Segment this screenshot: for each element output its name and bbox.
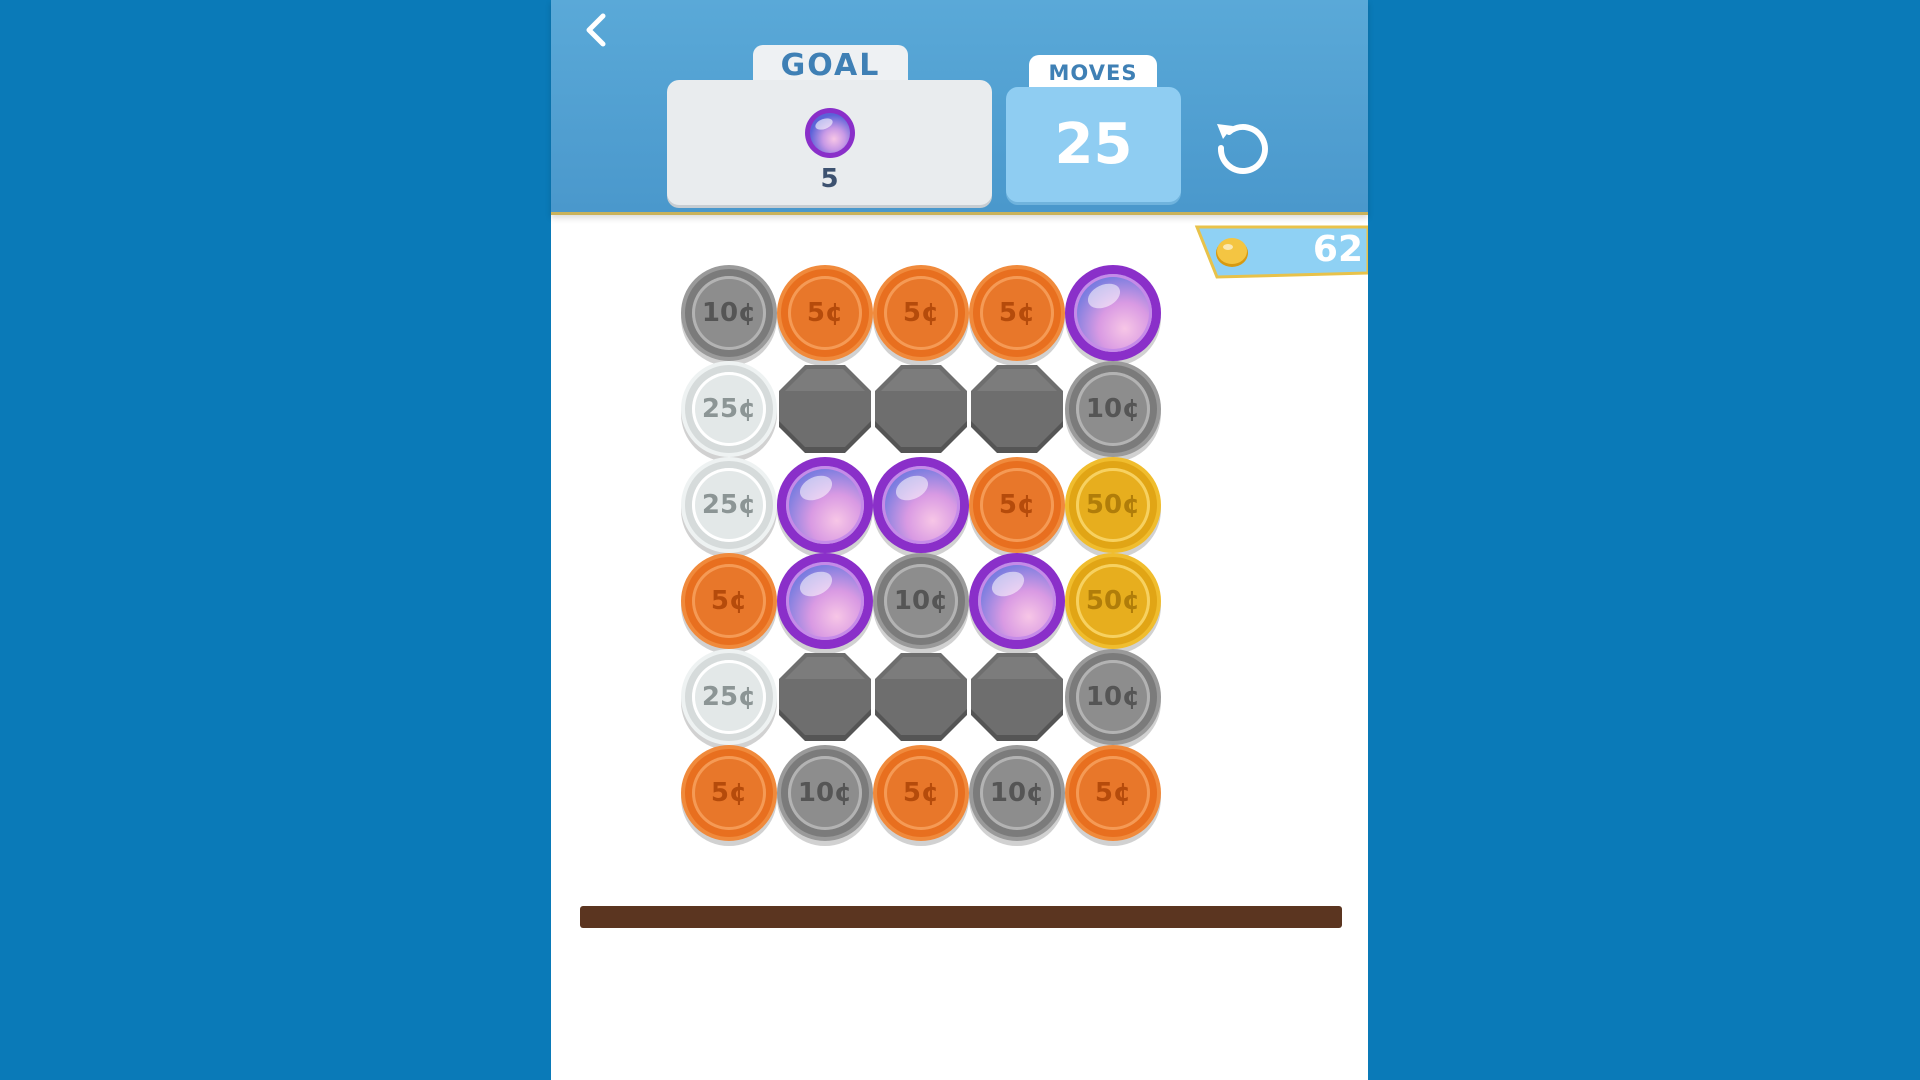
board-cell (777, 361, 873, 457)
coin-value-label: 50¢ (1076, 564, 1150, 638)
board-cell (777, 457, 873, 553)
board-cell: 50¢ (1065, 457, 1161, 553)
board-cell: 5¢ (681, 553, 777, 649)
coin-value-label: 5¢ (884, 276, 958, 350)
board-cell: 50¢ (1065, 553, 1161, 649)
coin-piece[interactable]: 5¢ (1065, 745, 1161, 841)
stone-blocker (971, 653, 1063, 741)
stone-blocker (779, 365, 871, 453)
board-cell (969, 649, 1065, 745)
coin-value-label: 10¢ (692, 276, 766, 350)
coin-piece[interactable]: 50¢ (1065, 457, 1161, 553)
coin-piece[interactable]: 5¢ (969, 265, 1065, 361)
board-cell: 5¢ (873, 745, 969, 841)
coin-value-label: 5¢ (692, 564, 766, 638)
chevron-left-icon (586, 13, 606, 47)
board-cell (873, 649, 969, 745)
board-cell (777, 649, 873, 745)
board-shelf (580, 906, 1342, 928)
coin-count: 62 (1312, 229, 1363, 270)
gem-icon (805, 108, 855, 158)
coin-value-label: 5¢ (980, 276, 1054, 350)
coin-value-label: 10¢ (788, 756, 862, 830)
board-cell: 25¢ (681, 649, 777, 745)
board-cell (873, 361, 969, 457)
coin-value-label: 5¢ (1076, 756, 1150, 830)
board-cell: 5¢ (969, 457, 1065, 553)
goal-label: GOAL (753, 45, 908, 85)
coin-counter: 62 (1191, 223, 1368, 281)
board-cell: 25¢ (681, 457, 777, 553)
board-cell: 25¢ (681, 361, 777, 457)
board-cell: 10¢ (1065, 361, 1161, 457)
board-cell (969, 553, 1065, 649)
goal-count: 5 (820, 164, 839, 194)
moves-label: MOVES (1029, 55, 1157, 91)
board-cell (777, 553, 873, 649)
board-cell: 10¢ (777, 745, 873, 841)
coin-value-label: 5¢ (980, 468, 1054, 542)
coin-value-label: 10¢ (1076, 372, 1150, 446)
stone-blocker (779, 653, 871, 741)
game-screen: GOAL 5 MOVES 25 62 10¢ 5¢ 5¢ 5¢ 25¢ 10¢ … (551, 0, 1368, 1080)
gem-piece[interactable] (777, 553, 873, 649)
coin-piece[interactable]: 5¢ (969, 457, 1065, 553)
stone-blocker (875, 365, 967, 453)
coin-piece[interactable]: 10¢ (969, 745, 1065, 841)
coin-value-label: 50¢ (1076, 468, 1150, 542)
restart-icon (1217, 123, 1268, 174)
coin-piece[interactable]: 25¢ (681, 649, 777, 745)
back-button[interactable] (575, 8, 619, 52)
coin-piece[interactable]: 5¢ (777, 265, 873, 361)
coin-piece[interactable]: 25¢ (681, 457, 777, 553)
goal-panel: 5 (667, 80, 992, 205)
coin-piece[interactable]: 10¢ (1065, 649, 1161, 745)
board-cell: 10¢ (969, 745, 1065, 841)
gem-piece[interactable] (777, 457, 873, 553)
stone-blocker (875, 653, 967, 741)
board-cell: 10¢ (681, 265, 777, 361)
coin-piece[interactable]: 10¢ (777, 745, 873, 841)
coin-piece[interactable]: 5¢ (681, 553, 777, 649)
coin-piece[interactable]: 5¢ (873, 265, 969, 361)
board-cell: 10¢ (1065, 649, 1161, 745)
coin-value-label: 5¢ (884, 756, 958, 830)
top-bar: GOAL 5 MOVES 25 (551, 0, 1368, 215)
game-board: 10¢ 5¢ 5¢ 5¢ 25¢ 10¢ 25¢ 5¢ 50¢ 5¢ 10¢ 50¢ 25¢ 10¢ 5¢ 1… (681, 265, 1171, 850)
coin-piece[interactable]: 10¢ (873, 553, 969, 649)
board-cell (1065, 265, 1161, 361)
coin-piece[interactable]: 25¢ (681, 361, 777, 457)
coin-piece[interactable]: 10¢ (681, 265, 777, 361)
coin-value-label: 10¢ (980, 756, 1054, 830)
board-cell: 5¢ (681, 745, 777, 841)
gem-piece[interactable] (969, 553, 1065, 649)
coin-value-label: 5¢ (692, 756, 766, 830)
coin-value-label: 10¢ (1076, 660, 1150, 734)
board-cell: 10¢ (873, 553, 969, 649)
coin-icon (1216, 238, 1248, 267)
board-cell: 5¢ (873, 265, 969, 361)
coin-piece[interactable]: 5¢ (873, 745, 969, 841)
restart-button[interactable] (1209, 114, 1273, 178)
coin-piece[interactable]: 5¢ (681, 745, 777, 841)
board-cell: 5¢ (1065, 745, 1161, 841)
board-cell: 5¢ (777, 265, 873, 361)
coin-piece[interactable]: 50¢ (1065, 553, 1161, 649)
coin-value-label: 25¢ (692, 372, 766, 446)
board-cell (873, 457, 969, 553)
moves-counter: 25 (1006, 87, 1181, 202)
stone-blocker (971, 365, 1063, 453)
gem-piece[interactable] (873, 457, 969, 553)
board-cell: 5¢ (969, 265, 1065, 361)
coin-value-label: 25¢ (692, 660, 766, 734)
board-cell (969, 361, 1065, 457)
coin-piece[interactable]: 10¢ (1065, 361, 1161, 457)
gem-piece[interactable] (1065, 265, 1161, 361)
coin-value-label: 25¢ (692, 468, 766, 542)
coin-value-label: 5¢ (788, 276, 862, 350)
coin-value-label: 10¢ (884, 564, 958, 638)
